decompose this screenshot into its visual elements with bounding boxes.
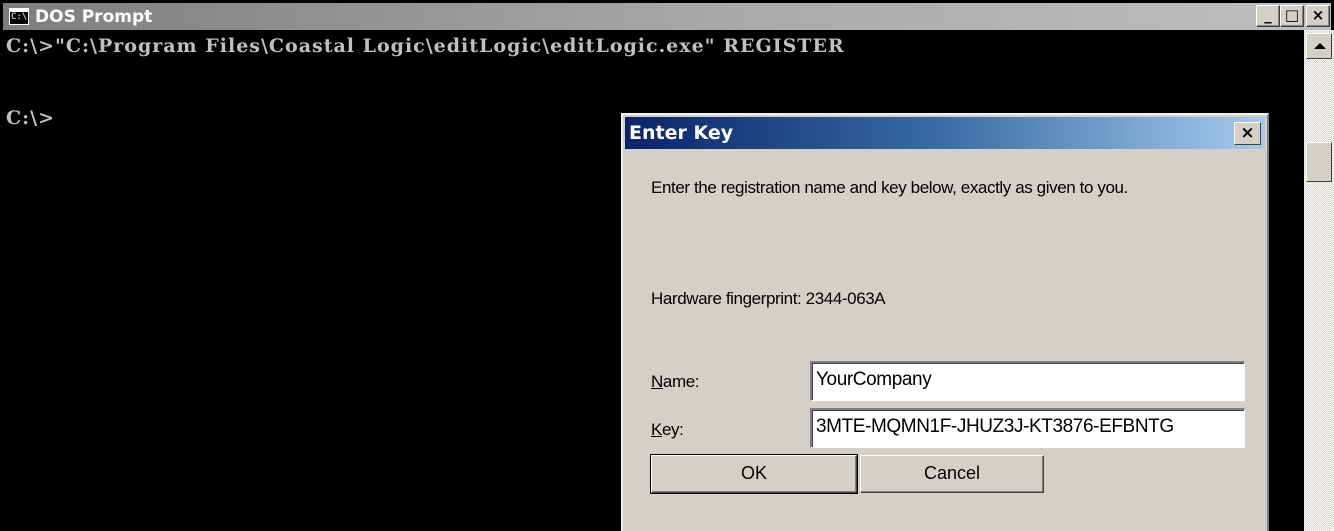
window-controls: _ □ ×	[1256, 5, 1330, 27]
vertical-scrollbar[interactable]	[1304, 30, 1334, 531]
dialog-titlebar[interactable]: Enter Key ×	[625, 117, 1265, 149]
enter-key-dialog: Enter Key × Enter the registration name …	[621, 113, 1269, 531]
minimize-button[interactable]: _	[1256, 5, 1280, 27]
console-icon[interactable]: C:\	[9, 8, 29, 25]
ok-button[interactable]: OK	[650, 454, 858, 494]
scroll-up-arrow-icon[interactable]	[1306, 33, 1332, 59]
name-field[interactable]: YourCompany	[810, 361, 1245, 401]
scroll-thumb[interactable]	[1306, 142, 1332, 182]
dialog-close-button[interactable]: ×	[1234, 122, 1261, 145]
close-button[interactable]: ×	[1306, 5, 1330, 27]
maximize-button[interactable]: □	[1280, 5, 1304, 27]
console-command-line: C:\>"C:\Program Files\Coastal Logic\edit…	[6, 35, 845, 57]
dos-window-title: DOS Prompt	[35, 6, 153, 27]
dialog-instruction: Enter the registration name and key belo…	[651, 178, 1128, 197]
cancel-button[interactable]: Cancel	[860, 455, 1044, 493]
dialog-title: Enter Key	[629, 122, 734, 144]
hardware-fingerprint: Hardware fingerprint: 2344-063A	[651, 289, 886, 308]
key-label: Key:	[651, 420, 684, 439]
dos-titlebar[interactable]: C:\ DOS Prompt _ □ ×	[3, 3, 1331, 30]
key-field[interactable]: 3MTE-MQMN1F-JHUZ3J-KT3876-EFBNTG	[810, 408, 1245, 448]
console-prompt-line: C:\>	[6, 107, 55, 129]
name-label: Name:	[651, 372, 700, 391]
